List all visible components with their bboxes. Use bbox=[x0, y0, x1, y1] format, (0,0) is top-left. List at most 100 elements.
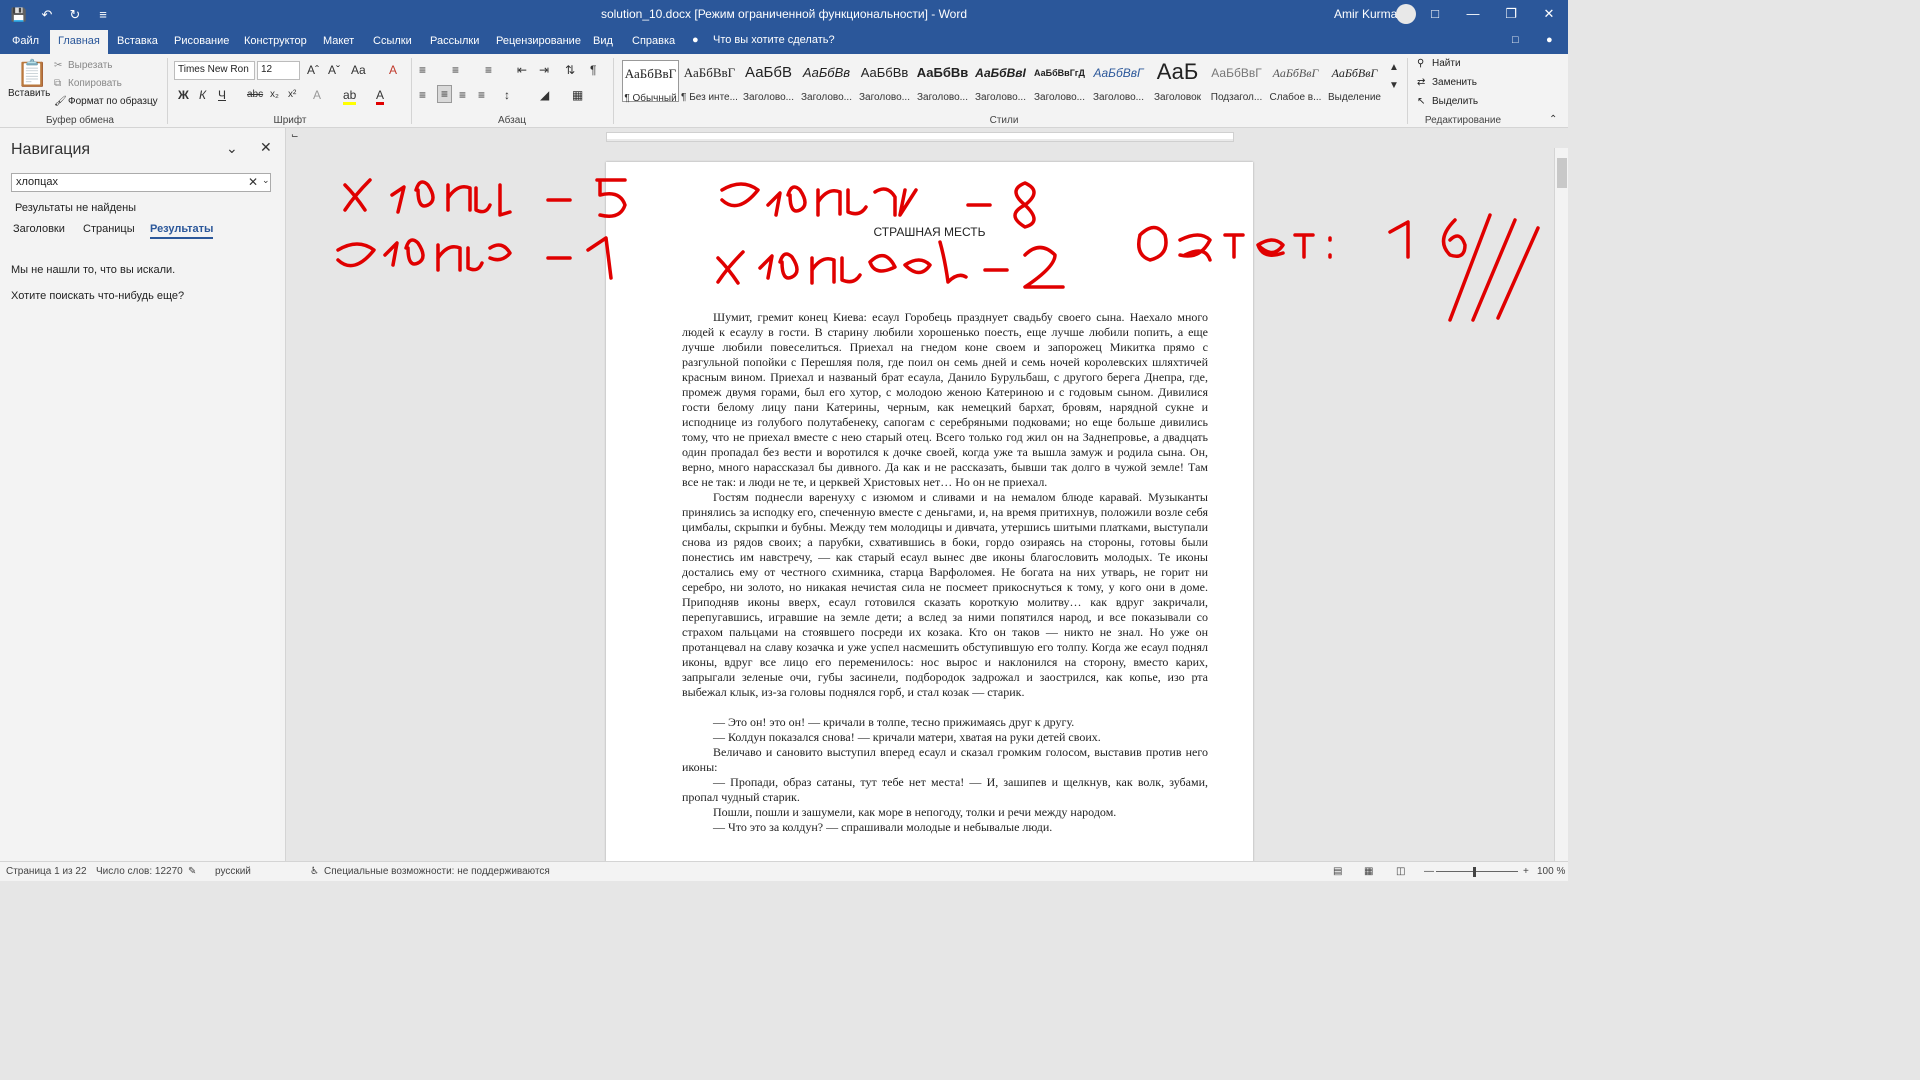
read-mode-icon[interactable]: ▤ bbox=[1333, 866, 1342, 877]
styles-scroll-up-icon[interactable]: ▲ bbox=[1389, 62, 1399, 73]
maximize-icon[interactable]: ❐ bbox=[1492, 0, 1530, 30]
zoom-slider[interactable] bbox=[1436, 871, 1518, 872]
word-count[interactable]: Число слов: 12270 bbox=[96, 866, 183, 877]
page-indicator[interactable]: Страница 1 из 22 bbox=[6, 866, 87, 877]
copy-button[interactable]: Копировать bbox=[68, 78, 122, 89]
bold-icon[interactable]: Ж bbox=[178, 88, 189, 102]
scrollbar-thumb[interactable] bbox=[1557, 158, 1567, 188]
align-left-icon[interactable]: ≡ bbox=[419, 88, 426, 102]
italic-icon[interactable]: К bbox=[199, 88, 206, 102]
close-icon[interactable]: ✕ bbox=[1530, 0, 1568, 30]
clear-formatting-icon[interactable]: A bbox=[389, 63, 397, 77]
decrease-indent-icon[interactable]: ⇤ bbox=[517, 63, 527, 77]
style-normal[interactable]: АаБбВвГ ¶ Обычный bbox=[622, 60, 679, 104]
tab-headings[interactable]: Заголовки bbox=[13, 223, 65, 235]
paste-button[interactable]: Вставить bbox=[8, 88, 50, 99]
tab-selector-icon[interactable]: ⌙ bbox=[291, 130, 299, 141]
format-painter-button[interactable]: Формат по образцу bbox=[68, 96, 158, 107]
increase-indent-icon[interactable]: ⇥ bbox=[539, 63, 549, 77]
search-options-icon[interactable]: ⌄ bbox=[262, 175, 270, 186]
zoom-out-icon[interactable]: — bbox=[1424, 866, 1434, 877]
chevron-down-icon[interactable]: ⌄ bbox=[226, 140, 238, 157]
style-heading-3[interactable]: АаБбВв Заголово... bbox=[856, 60, 913, 103]
tab-home[interactable]: Главная bbox=[50, 30, 108, 54]
print-layout-icon[interactable]: ▦ bbox=[1364, 866, 1373, 877]
pilcrow-icon[interactable]: ¶ bbox=[590, 63, 596, 77]
justify-icon[interactable]: ≡ bbox=[478, 88, 485, 102]
minimize-icon[interactable]: — bbox=[1454, 0, 1492, 30]
select-button[interactable]: Выделить bbox=[1432, 96, 1478, 107]
tab-help[interactable]: Справка bbox=[624, 30, 683, 54]
align-center-icon[interactable]: ≡ bbox=[437, 85, 453, 103]
tell-me-search[interactable]: Что вы хотите сделать? bbox=[713, 34, 835, 46]
nav-search-input[interactable]: хлопцах bbox=[11, 173, 271, 192]
tab-design[interactable]: Конструктор bbox=[236, 30, 315, 54]
tab-draw[interactable]: Рисование bbox=[166, 30, 237, 54]
web-layout-icon[interactable]: ◫ bbox=[1396, 866, 1405, 877]
collapse-ribbon-icon[interactable]: ⌃ bbox=[1549, 114, 1557, 125]
clear-search-icon[interactable]: ✕ bbox=[248, 175, 258, 189]
style-subtle-emphasis[interactable]: АаБбВвГ Слабое в... bbox=[1267, 60, 1324, 103]
multilevel-list-icon[interactable]: ≡ bbox=[485, 63, 492, 77]
paste-icon[interactable]: 📋 bbox=[16, 58, 48, 89]
scissors-icon: ✂ bbox=[54, 60, 63, 71]
tab-references[interactable]: Ссылки bbox=[365, 30, 420, 54]
zoom-in-icon[interactable]: + bbox=[1523, 866, 1529, 877]
document-page[interactable]: СТРАШНАЯ МЕСТЬ Шумит, гремит конец Киева… bbox=[606, 162, 1253, 861]
tab-insert[interactable]: Вставка bbox=[109, 30, 166, 54]
grow-font-icon[interactable]: Aˆ bbox=[307, 63, 319, 77]
tab-layout[interactable]: Макет bbox=[315, 30, 362, 54]
superscript-icon[interactable]: x² bbox=[288, 89, 296, 100]
font-family-select[interactable]: Times New Ron bbox=[174, 61, 255, 80]
subscript-icon[interactable]: x₂ bbox=[270, 89, 279, 100]
font-size-select[interactable]: 12 bbox=[257, 61, 300, 80]
replace-button[interactable]: Заменить bbox=[1432, 77, 1477, 88]
borders-icon[interactable]: ▦ bbox=[572, 88, 583, 102]
line-spacing-icon[interactable]: ↕ bbox=[504, 88, 510, 102]
find-button[interactable]: Найти bbox=[1432, 58, 1461, 69]
highlight-icon[interactable]: ab bbox=[343, 88, 357, 105]
sort-icon[interactable]: ⇅ bbox=[565, 63, 575, 77]
horizontal-ruler[interactable] bbox=[606, 132, 1234, 142]
close-icon[interactable]: ✕ bbox=[260, 139, 272, 156]
style-heading-2[interactable]: АаБбВв Заголово... bbox=[798, 60, 855, 103]
tab-mailings[interactable]: Рассылки bbox=[422, 30, 487, 54]
shading-icon[interactable]: ◢ bbox=[540, 88, 549, 102]
style-heading-6[interactable]: АаБбВвГгД Заголово... bbox=[1031, 60, 1088, 103]
styles-scroll-down-icon[interactable]: ▼ bbox=[1389, 80, 1399, 91]
text-effects-icon[interactable]: A bbox=[313, 88, 321, 102]
font-color-icon[interactable]: A bbox=[376, 88, 385, 105]
strikethrough-icon[interactable]: abc bbox=[247, 89, 263, 100]
language-indicator[interactable]: русский bbox=[215, 866, 251, 877]
style-heading-5[interactable]: АаБбВвІ Заголово... bbox=[972, 60, 1029, 103]
vertical-scrollbar[interactable] bbox=[1554, 148, 1568, 861]
underline-icon[interactable]: Ч bbox=[218, 88, 226, 102]
style-no-spacing[interactable]: АаБбВвГ ¶ Без инте... bbox=[681, 60, 738, 103]
shrink-font-icon[interactable]: Aˇ bbox=[328, 63, 340, 77]
comments-icon[interactable]: ● bbox=[1546, 34, 1553, 46]
style-heading-7[interactable]: АаБбВвГ Заголово... bbox=[1090, 60, 1147, 103]
cut-button[interactable]: Вырезать bbox=[68, 60, 112, 71]
style-heading-1[interactable]: АаБбВ Заголово... bbox=[740, 60, 797, 103]
tab-pages[interactable]: Страницы bbox=[83, 223, 135, 235]
zoom-level[interactable]: 100 % bbox=[1537, 866, 1565, 877]
document-body[interactable]: Шумит, гремит конец Киева: есаул Горобец… bbox=[682, 310, 1208, 835]
tab-file[interactable]: Файл bbox=[4, 30, 47, 54]
style-heading-4[interactable]: АаБбВв Заголово... bbox=[914, 60, 971, 103]
tab-view[interactable]: Вид bbox=[585, 30, 621, 54]
share-icon[interactable]: □ bbox=[1512, 34, 1519, 46]
style-subtitle[interactable]: АаБбВвГ Подзагол... bbox=[1208, 60, 1265, 103]
change-case-icon[interactable]: Aa bbox=[351, 63, 366, 77]
bullets-icon[interactable]: ≡ bbox=[419, 63, 426, 77]
tab-review[interactable]: Рецензирование bbox=[488, 30, 589, 54]
avatar[interactable] bbox=[1396, 4, 1416, 24]
proofing-icon[interactable]: ✎ bbox=[188, 866, 196, 877]
accessibility-status[interactable]: Специальные возможности: не поддерживают… bbox=[324, 866, 550, 877]
ribbon-display-icon[interactable]: □ bbox=[1416, 0, 1454, 30]
align-right-icon[interactable]: ≡ bbox=[459, 88, 466, 102]
zoom-slider-thumb[interactable] bbox=[1473, 867, 1476, 877]
style-emphasis[interactable]: АаБбВвГ Выделение bbox=[1326, 60, 1383, 103]
style-title[interactable]: АаБ Заголовок bbox=[1149, 60, 1206, 104]
tab-results[interactable]: Результаты bbox=[150, 223, 214, 239]
numbering-icon[interactable]: ≡ bbox=[452, 63, 459, 77]
